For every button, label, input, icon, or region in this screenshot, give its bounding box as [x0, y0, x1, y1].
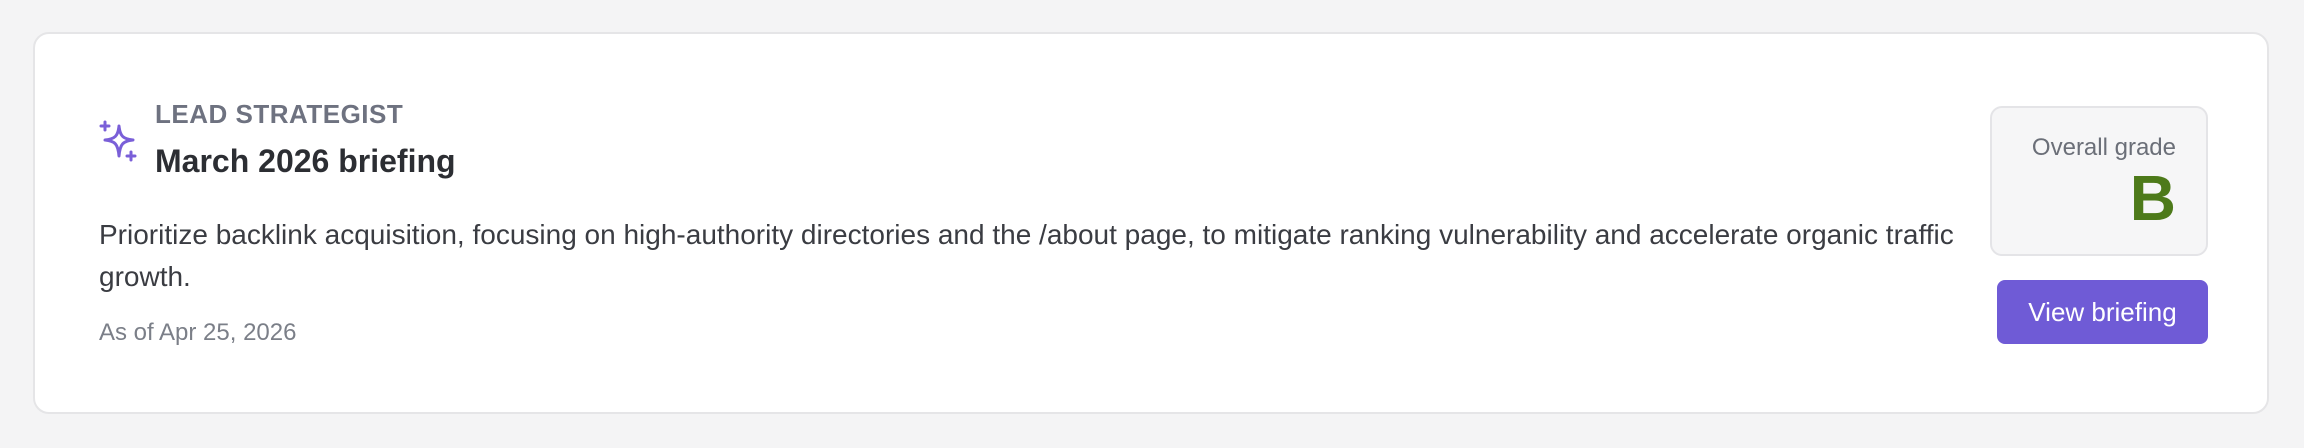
briefing-summary: Prioritize backlink acquisition, focusin…	[99, 219, 1954, 292]
sparkle-icon	[99, 120, 139, 162]
briefing-card: LEAD STRATEGIST March 2026 briefing Prio…	[33, 32, 2269, 414]
overall-grade-label: Overall grade	[2031, 134, 2176, 161]
briefing-title: March 2026 briefing	[155, 143, 456, 179]
view-briefing-button[interactable]: View briefing	[1997, 280, 2208, 344]
role-label: LEAD STRATEGIST	[155, 99, 404, 129]
as-of-date: As of Apr 25, 2026	[99, 319, 297, 346]
overall-grade-value: B	[2129, 162, 2176, 234]
overall-grade-panel: Overall grade B	[1990, 106, 2208, 256]
